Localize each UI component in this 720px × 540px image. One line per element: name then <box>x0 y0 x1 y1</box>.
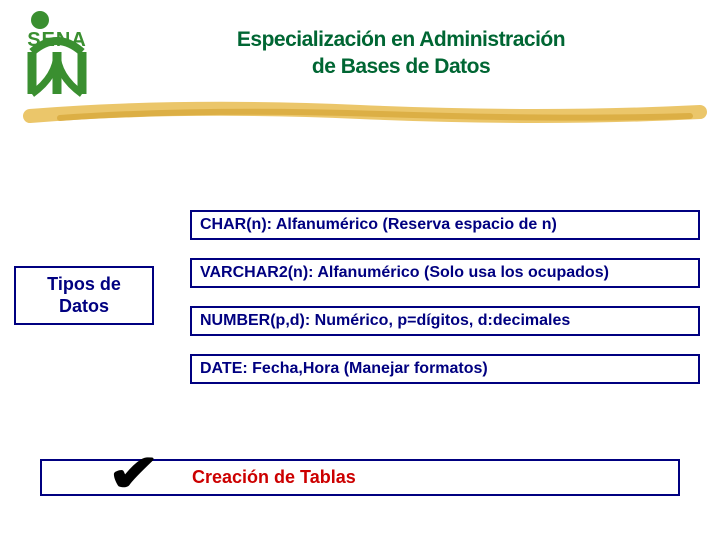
datatype-box: DATE: Fecha,Hora (Manejar formatos) <box>190 354 700 384</box>
title-line2: de Bases de Datos <box>312 55 490 78</box>
datatype-box: NUMBER(p,d): Numérico, p=dígitos, d:deci… <box>190 306 700 336</box>
side-label-line1: Tipos de <box>47 274 121 294</box>
slide-header: SENA Especialización en Administración d… <box>0 0 720 103</box>
checkmark-icon: ✔ <box>108 444 160 504</box>
datatype-box: CHAR(n): Alfanumérico (Reserva espacio d… <box>190 210 700 240</box>
side-label-line2: Datos <box>59 296 109 316</box>
datatype-box: VARCHAR2(n): Alfanumérico (Solo usa los … <box>190 258 700 288</box>
sena-logo-icon: SENA <box>12 8 102 98</box>
title-container: Especialización en Administración de Bas… <box>102 8 700 81</box>
datatype-boxes: CHAR(n): Alfanumérico (Reserva espacio d… <box>190 210 700 402</box>
page-title: Especialización en Administración de Bas… <box>102 26 700 81</box>
footer-label: Creación de Tablas <box>192 467 356 487</box>
logo: SENA <box>12 8 102 103</box>
title-line1: Especialización en Administración <box>237 28 565 51</box>
side-label-box: Tipos de Datos <box>14 266 154 325</box>
